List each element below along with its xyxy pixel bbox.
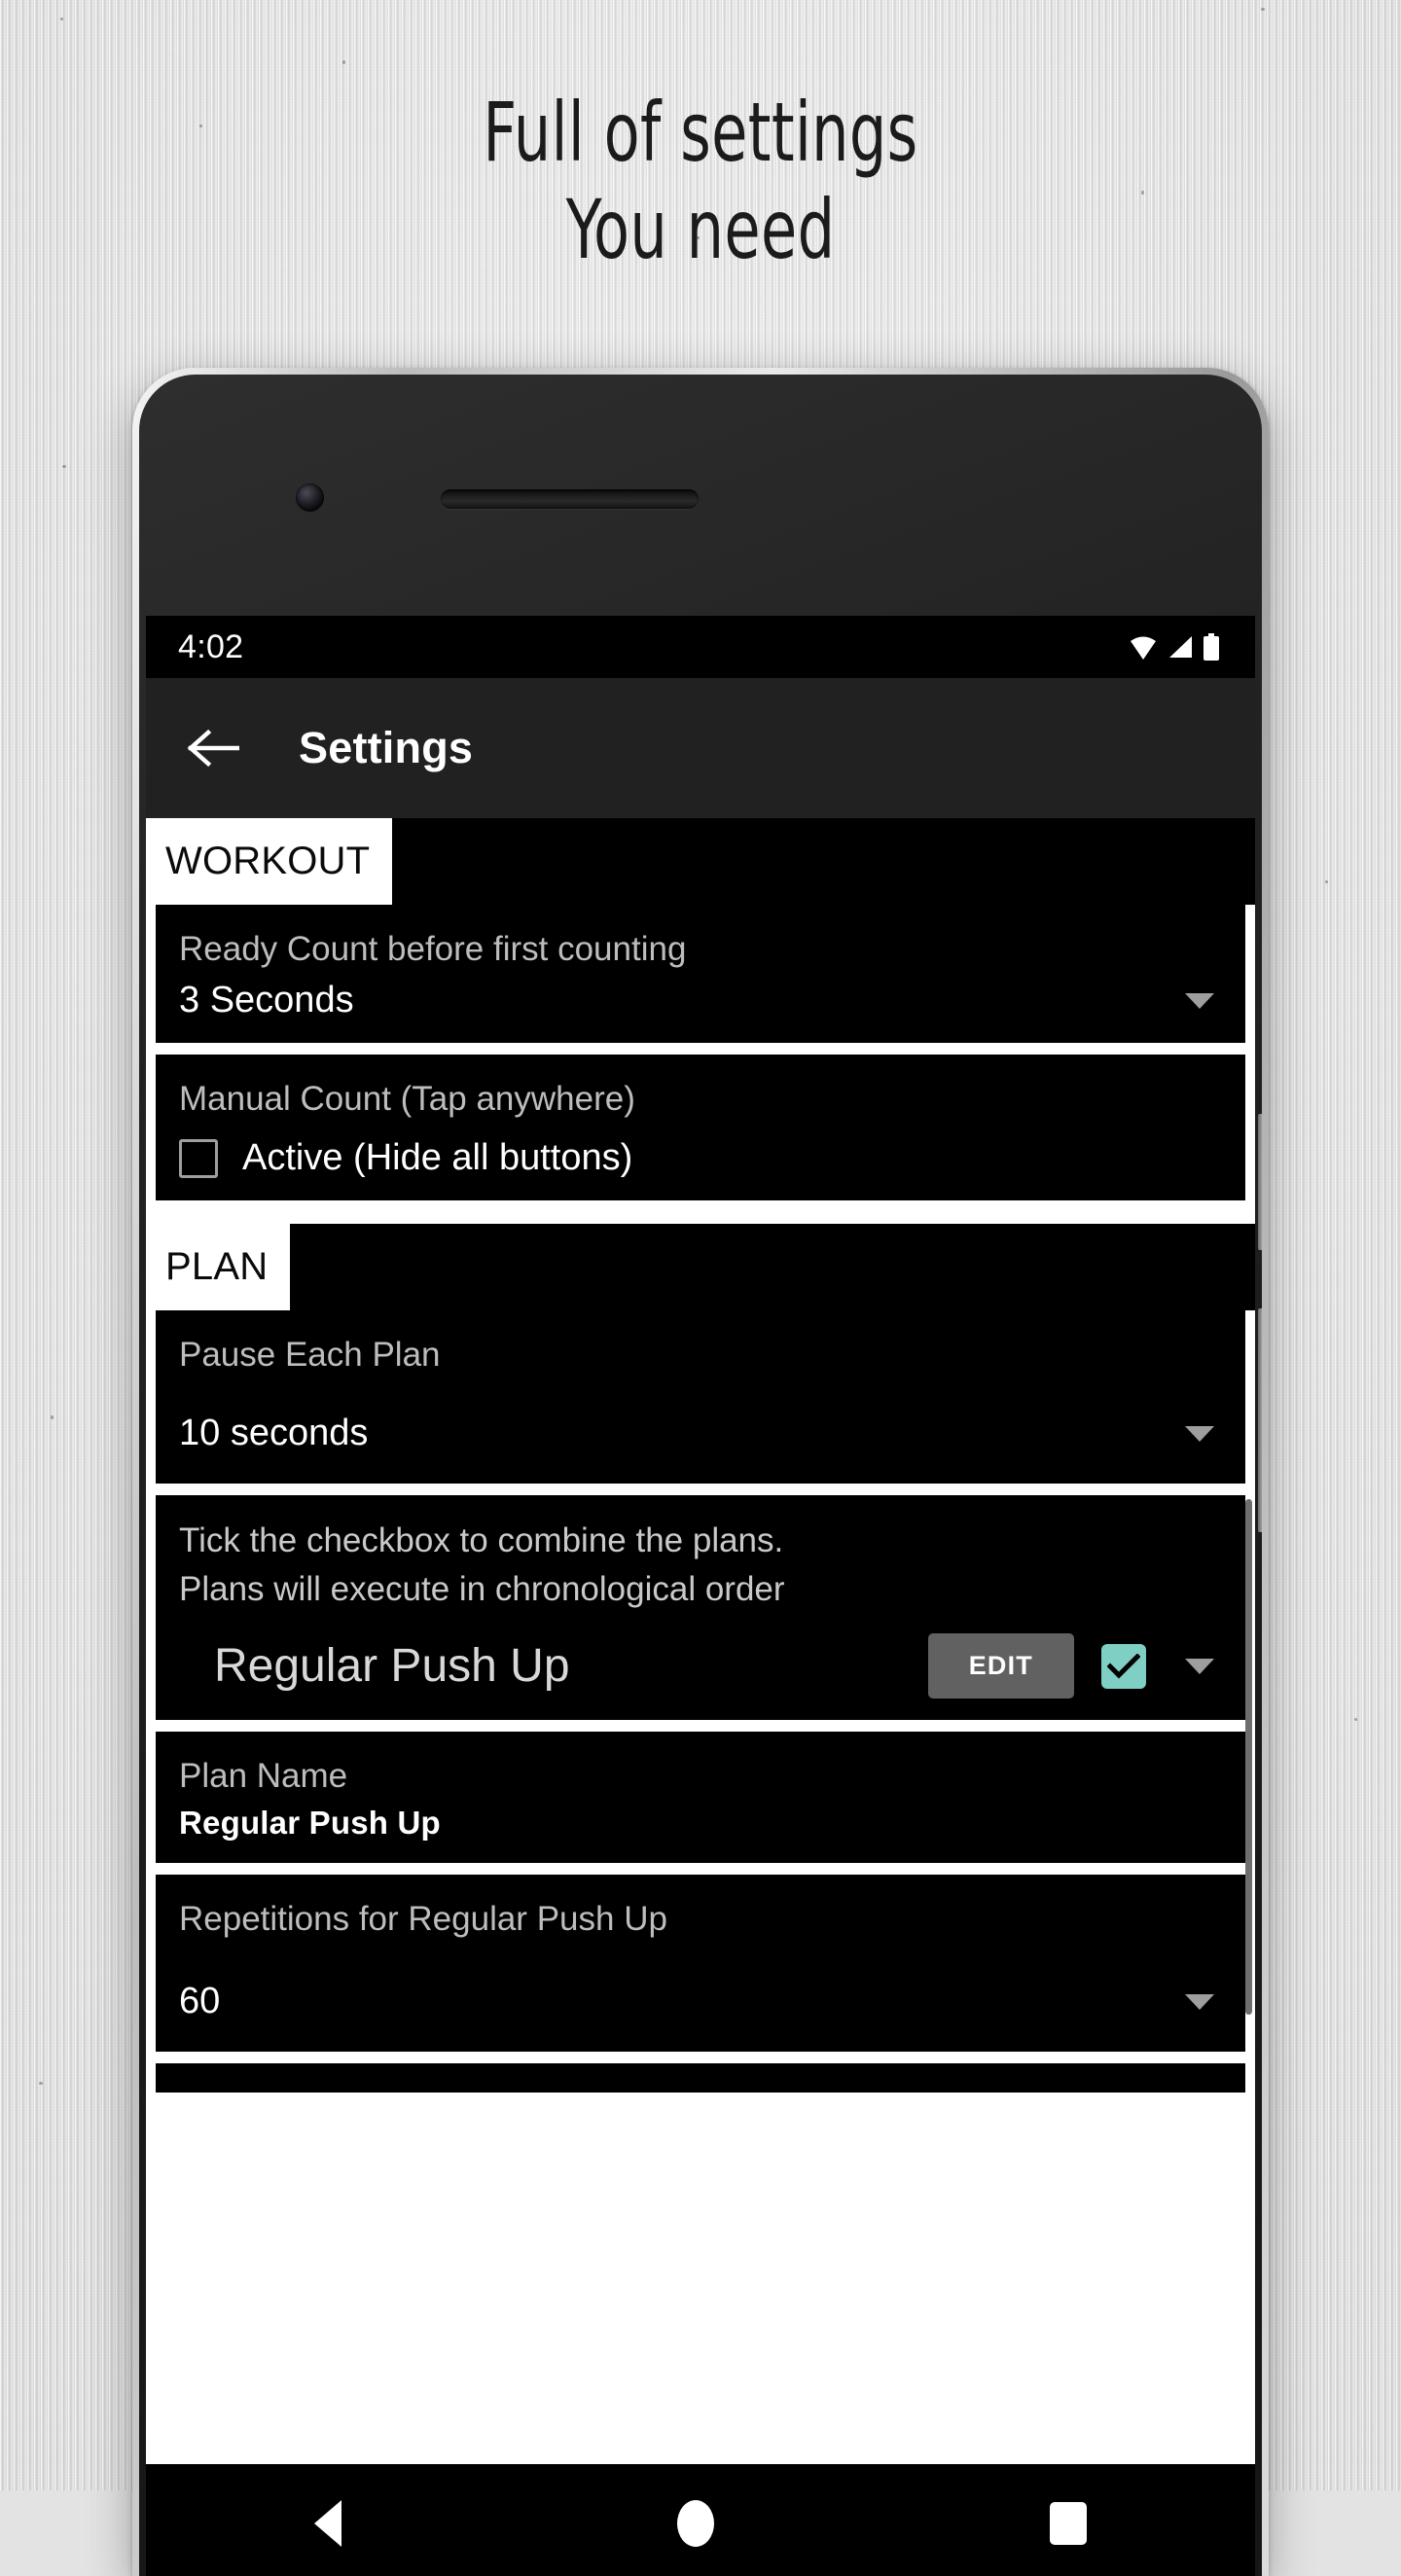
plan-name-value: Regular Push Up: [179, 1805, 441, 1841]
power-button: [1258, 1114, 1262, 1250]
setting-label: Plan Name: [179, 1757, 348, 1795]
dropdown-value: 60: [179, 1981, 221, 2021]
status-bar: 4:02: [146, 616, 1255, 678]
headline-line-2: You need: [565, 182, 836, 277]
front-camera-icon: [296, 483, 324, 512]
scrollbar-thumb[interactable]: [1245, 1499, 1252, 2015]
headline-line-1: Full of settings: [483, 85, 918, 180]
texture-speck: [39, 2082, 43, 2085]
setting-next-partial[interactable]: [156, 2063, 1245, 2093]
setting-label: Repetitions for Regular Push Up: [179, 1900, 667, 1938]
signal-icon: [1169, 636, 1192, 658]
dropdown-value: 3 Seconds: [179, 980, 354, 1020]
setting-manual-count[interactable]: Manual Count (Tap anywhere) Active (Hide…: [156, 1055, 1245, 1200]
status-bar-clock: 4:02: [178, 627, 244, 665]
setting-label: Pause Each Plan: [179, 1336, 441, 1374]
checkmark-icon: [1107, 1653, 1140, 1679]
texture-speck: [1261, 8, 1265, 11]
status-bar-icons: [1129, 633, 1220, 661]
app-bar: Settings: [146, 678, 1255, 818]
texture-speck: [342, 60, 345, 64]
nav-back-icon[interactable]: [313, 2500, 341, 2547]
plan-name-label: Regular Push Up: [214, 1640, 570, 1692]
plan-list-item[interactable]: Regular Push Up EDIT: [179, 1633, 1220, 1699]
settings-content: WORKOUT Ready Count before first countin…: [146, 818, 1255, 2576]
android-nav-bar: [146, 2464, 1255, 2576]
section-header-workout: WORKOUT: [146, 818, 1255, 905]
tab-workout[interactable]: WORKOUT: [146, 818, 393, 905]
setting-label: Ready Count before first counting: [179, 930, 687, 968]
dropdown-row[interactable]: 10 seconds: [179, 1413, 1220, 1454]
chevron-down-icon[interactable]: [1185, 1658, 1214, 1674]
setting-plan-name[interactable]: Plan Name Regular Push Up: [156, 1732, 1245, 1863]
tab-plan[interactable]: PLAN: [146, 1224, 291, 1310]
texture-speck: [51, 1415, 54, 1419]
volume-button: [1258, 1308, 1262, 1532]
texture-speck: [62, 465, 66, 468]
phone-body: 4:02 Settings WORKOUT Ready Count before…: [139, 375, 1262, 2576]
phone-mockup: 4:02 Settings WORKOUT Ready Count before…: [132, 368, 1269, 2576]
setting-label: Manual Count (Tap anywhere): [179, 1080, 635, 1118]
dropdown-row[interactable]: 3 Seconds: [179, 980, 1220, 1021]
page-title: Settings: [299, 723, 474, 772]
tab-filler: [290, 1224, 1255, 1310]
texture-speck: [1325, 880, 1328, 883]
texture-speck: [60, 18, 63, 20]
combine-hint-line-2: Plans will execute in chronological orde…: [179, 1570, 785, 1608]
dropdown-value: 10 seconds: [179, 1413, 369, 1453]
setting-combine-plans: Tick the checkbox to combine the plans. …: [156, 1495, 1245, 1720]
section-header-plan: PLAN: [146, 1224, 1255, 1310]
section-divider: [146, 1206, 1255, 1224]
chevron-down-icon[interactable]: [1185, 992, 1214, 1009]
setting-ready-count[interactable]: Ready Count before first counting 3 Seco…: [156, 905, 1245, 1043]
back-arrow-icon: [187, 729, 239, 768]
dropdown-row[interactable]: 60: [179, 1981, 1220, 2022]
tab-filler: [392, 818, 1255, 905]
chevron-down-icon[interactable]: [1185, 1425, 1214, 1442]
checkbox-unchecked-icon[interactable]: [179, 1138, 218, 1178]
back-button[interactable]: [183, 718, 243, 778]
nav-recents-icon[interactable]: [1050, 2502, 1088, 2545]
phone-screen: 4:02 Settings WORKOUT Ready Count before…: [146, 616, 1255, 2576]
earpiece-speaker: [441, 489, 699, 509]
combine-hint-line-1: Tick the checkbox to combine the plans.: [179, 1521, 784, 1559]
nav-home-icon[interactable]: [676, 2500, 714, 2547]
checkbox-checked-icon[interactable]: [1101, 1643, 1146, 1689]
wifi-icon: [1131, 636, 1156, 660]
texture-speck: [1354, 1718, 1357, 1721]
chevron-down-icon[interactable]: [1185, 1993, 1214, 2010]
checkbox-label: Active (Hide all buttons): [242, 1137, 633, 1178]
promo-headline: Full of settings You need: [140, 84, 1261, 278]
setting-pause-each-plan[interactable]: Pause Each Plan 10 seconds: [156, 1310, 1245, 1484]
setting-repetitions[interactable]: Repetitions for Regular Push Up 60: [156, 1875, 1245, 2052]
edit-plan-button[interactable]: EDIT: [927, 1633, 1074, 1699]
manual-count-checkbox-row[interactable]: Active (Hide all buttons): [179, 1137, 1220, 1179]
battery-icon: [1203, 633, 1219, 661]
